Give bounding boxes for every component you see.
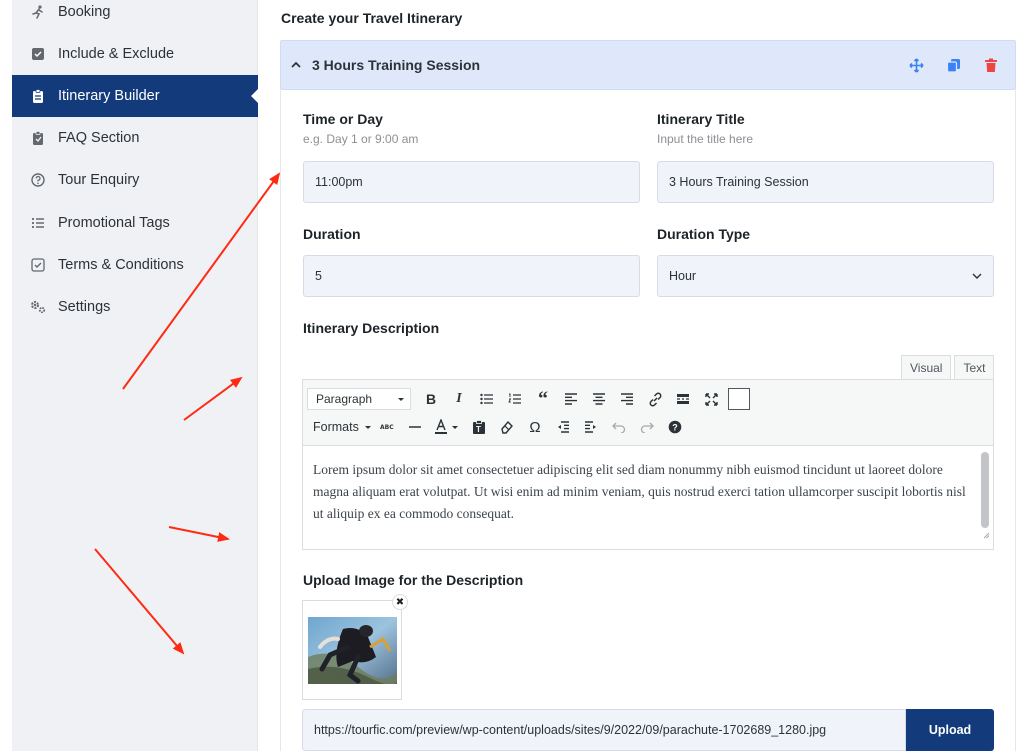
question-icon bbox=[30, 172, 46, 188]
svg-text:?: ? bbox=[672, 423, 678, 433]
svg-text:T: T bbox=[476, 425, 481, 434]
caret-down-icon bbox=[364, 426, 371, 429]
caret-down-icon bbox=[397, 393, 405, 408]
itinerary-title-input[interactable]: 3 Hours Training Session bbox=[657, 161, 994, 203]
gear-icon bbox=[30, 299, 46, 315]
sidebar-item-label: Itinerary Builder bbox=[58, 88, 160, 104]
page-title: Create your Travel Itinerary bbox=[281, 10, 463, 26]
description-text: Lorem ipsum dolor sit amet consectetuer … bbox=[313, 462, 966, 521]
close-icon: ✖ bbox=[395, 596, 405, 608]
formats-menu-label: Formats bbox=[313, 420, 359, 434]
image-preview bbox=[302, 600, 402, 700]
spellcheck-icon[interactable]: ABC bbox=[373, 414, 401, 440]
sidebar-item-booking[interactable]: Booking bbox=[12, 0, 258, 33]
sidebar-item-label: FAQ Section bbox=[58, 130, 140, 146]
copy-icon[interactable] bbox=[945, 57, 962, 74]
time-or-day-label: Time or Day bbox=[303, 111, 383, 127]
align-center-button[interactable] bbox=[585, 386, 613, 412]
sidebar-item-tour-enquiry[interactable]: Tour Enquiry bbox=[12, 159, 258, 201]
special-character-icon[interactable]: Ω bbox=[521, 414, 549, 440]
move-icon[interactable] bbox=[908, 57, 925, 74]
paragraph-format-select[interactable]: Paragraph bbox=[307, 388, 411, 410]
formats-menu[interactable]: Formats bbox=[307, 420, 373, 434]
sidebar-item-promotional-tags[interactable]: Promotional Tags bbox=[12, 202, 258, 244]
horizontal-line-button[interactable] bbox=[401, 414, 429, 440]
blockquote-button[interactable]: “ bbox=[529, 386, 557, 412]
editor-tabs: Visual Text bbox=[901, 355, 995, 379]
sidebar: Booking Include & Exclude Itinerary Buil… bbox=[12, 0, 259, 751]
sidebar-item-faq-section[interactable]: FAQ Section bbox=[12, 117, 258, 159]
itinerary-description-label: Itinerary Description bbox=[303, 320, 440, 336]
italic-button[interactable]: I bbox=[445, 386, 473, 412]
sidebar-item-label: Settings bbox=[58, 299, 111, 315]
itinerary-title-hint: Input the title here bbox=[657, 132, 754, 146]
paragraph-format-value: Paragraph bbox=[316, 392, 373, 406]
clear-formatting-icon[interactable] bbox=[493, 414, 521, 440]
indent-icon[interactable] bbox=[577, 414, 605, 440]
tab-visual[interactable]: Visual bbox=[901, 355, 952, 379]
description-editor[interactable]: Lorem ipsum dolor sit amet consectetuer … bbox=[302, 446, 994, 550]
chevron-down-icon bbox=[971, 270, 983, 285]
fullscreen-icon[interactable] bbox=[697, 386, 725, 412]
numbered-list-button[interactable] bbox=[501, 386, 529, 412]
editor-toolbar: Paragraph B I “ Formats ABC T Ω ? bbox=[302, 379, 994, 446]
read-more-button[interactable] bbox=[669, 386, 697, 412]
sidebar-item-settings[interactable]: Settings bbox=[12, 286, 258, 328]
sidebar-item-terms-conditions[interactable]: Terms & Conditions bbox=[12, 244, 258, 286]
sidebar-item-label: Tour Enquiry bbox=[58, 172, 140, 188]
chevron-up-icon[interactable] bbox=[290, 59, 302, 71]
duration-label: Duration bbox=[303, 226, 361, 242]
image-url-input[interactable]: https://tourfic.com/preview/wp-content/u… bbox=[302, 709, 906, 751]
clipboard-icon bbox=[30, 88, 46, 104]
time-or-day-hint: e.g. Day 1 or 9:00 am bbox=[303, 132, 419, 146]
duration-type-label: Duration Type bbox=[657, 226, 751, 242]
editor-scrollbar[interactable] bbox=[981, 452, 989, 528]
svg-text:ABC: ABC bbox=[380, 424, 394, 431]
itinerary-title-label: Itinerary Title bbox=[657, 111, 745, 127]
duration-input[interactable]: 5 bbox=[303, 255, 640, 297]
upload-button[interactable]: Upload bbox=[906, 709, 994, 751]
bullet-list-button[interactable] bbox=[473, 386, 501, 412]
sidebar-item-label: Promotional Tags bbox=[58, 215, 170, 231]
itinerary-title-value: 3 Hours Training Session bbox=[669, 175, 809, 189]
toolbar-toggle-button[interactable] bbox=[725, 386, 753, 412]
tab-text[interactable]: Text bbox=[954, 355, 995, 379]
undo-icon[interactable] bbox=[605, 414, 633, 440]
align-left-button[interactable] bbox=[557, 386, 585, 412]
image-url-value: https://tourfic.com/preview/wp-content/u… bbox=[314, 723, 827, 737]
redo-icon[interactable] bbox=[633, 414, 661, 440]
duration-type-value: Hour bbox=[669, 269, 697, 283]
paste-text-icon[interactable]: T bbox=[465, 414, 493, 440]
trash-icon[interactable] bbox=[982, 57, 999, 74]
clipboard-icon bbox=[30, 130, 46, 146]
outdent-icon[interactable] bbox=[549, 414, 577, 440]
resize-handle-icon[interactable] bbox=[982, 524, 990, 546]
sidebar-item-label: Include & Exclude bbox=[58, 46, 175, 62]
sidebar-item-include-exclude[interactable]: Include & Exclude bbox=[12, 33, 258, 75]
time-or-day-value: 11:00pm bbox=[315, 175, 363, 189]
align-right-button[interactable] bbox=[613, 386, 641, 412]
parachute-image bbox=[308, 617, 397, 684]
booking-icon bbox=[30, 4, 46, 20]
time-or-day-input[interactable]: 11:00pm bbox=[303, 161, 640, 203]
remove-image-button[interactable]: ✖ bbox=[392, 594, 408, 610]
bold-button[interactable]: B bbox=[417, 386, 445, 412]
upload-image-label: Upload Image for the Description bbox=[303, 572, 524, 588]
list-icon bbox=[30, 215, 46, 231]
text-color-icon[interactable] bbox=[429, 414, 465, 440]
check-square-icon bbox=[30, 257, 46, 273]
duration-type-select[interactable]: Hour bbox=[657, 255, 994, 297]
checkbox-icon bbox=[30, 46, 46, 62]
accordion-title: 3 Hours Training Session bbox=[312, 57, 481, 73]
help-icon[interactable]: ? bbox=[661, 414, 689, 440]
duration-value: 5 bbox=[315, 269, 322, 283]
sidebar-item-label: Terms & Conditions bbox=[58, 257, 184, 273]
sidebar-item-itinerary-builder[interactable]: Itinerary Builder bbox=[12, 75, 259, 117]
sidebar-item-label: Booking bbox=[58, 4, 111, 20]
link-icon[interactable] bbox=[641, 386, 669, 412]
itinerary-accordion-header[interactable]: 3 Hours Training Session bbox=[280, 40, 1016, 90]
accordion-actions bbox=[908, 57, 999, 74]
